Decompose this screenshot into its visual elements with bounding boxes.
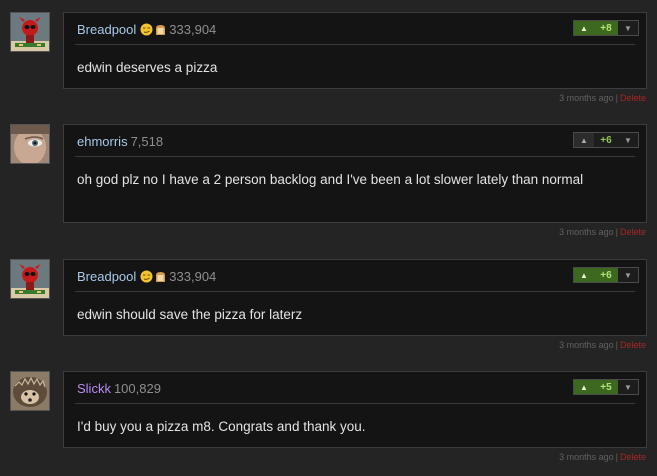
downvote-button[interactable]: ▼	[618, 268, 638, 282]
downvote-button[interactable]: ▼	[618, 133, 638, 147]
delete-link[interactable]: Delete	[620, 93, 646, 103]
meta-separator: |	[615, 452, 618, 462]
avatar-breadpool[interactable]	[10, 12, 50, 52]
comment-meta: 3 months ago | Delete	[559, 93, 646, 103]
comment-meta: 3 months ago | Delete	[559, 340, 646, 350]
vote-count: +5	[594, 380, 618, 394]
vote-widget: ▲ +8 ▼	[573, 20, 639, 36]
upvote-button[interactable]: ▲	[574, 380, 594, 394]
downvote-button[interactable]: ▼	[618, 380, 638, 394]
avatar-slickk[interactable]	[10, 371, 50, 411]
vote-widget: ▲ +6 ▼	[573, 132, 639, 148]
comment-author: Breadpool 333,904	[77, 269, 216, 284]
user-score: 100,829	[113, 381, 161, 396]
comment-meta: 3 months ago | Delete	[559, 227, 646, 237]
comment-text: oh god plz no I have a 2 person backlog …	[77, 172, 584, 187]
comment-author: Slickk 100,829	[77, 381, 161, 396]
comment-box: Breadpool 333,904 ▲ +8 ▼ edwin deserves a…	[63, 12, 647, 89]
comment-author: ehmorris 7,518	[77, 134, 163, 149]
vote-widget: ▲ +5 ▼	[573, 379, 639, 395]
username-link[interactable]: Breadpool	[77, 269, 136, 284]
avatar-ehmorris[interactable]	[10, 124, 50, 164]
username-link[interactable]: ehmorris	[77, 134, 128, 149]
hedgehog-avatar-image	[11, 372, 49, 410]
face-avatar-image	[11, 125, 49, 163]
meta-separator: |	[615, 227, 618, 237]
username-link[interactable]: Breadpool	[77, 22, 136, 37]
user-score: 333,904	[169, 22, 217, 37]
downvote-button[interactable]: ▼	[618, 21, 638, 35]
comment-meta: 3 months ago | Delete	[559, 452, 646, 462]
comment-box: Slickk 100,829 ▲ +5 ▼ I'd buy you a pizza…	[63, 371, 647, 448]
meta-separator: |	[615, 340, 618, 350]
upvote-button[interactable]: ▲	[574, 21, 594, 35]
comment-box: Breadpool 333,904 ▲ +6 ▼ edwin should sav…	[63, 259, 647, 336]
comment-text: edwin deserves a pizza	[77, 60, 218, 75]
delete-link[interactable]: Delete	[620, 452, 646, 462]
vote-widget: ▲ +6 ▼	[573, 267, 639, 283]
comment-header: Breadpool 333,904 ▲ +6 ▼	[75, 260, 639, 292]
comment-timestamp: 3 months ago	[559, 227, 614, 237]
comment-author: Breadpool 333,904	[77, 22, 216, 37]
upvote-button[interactable]: ▲	[574, 133, 594, 147]
vote-count: +6	[594, 268, 618, 282]
comment-timestamp: 3 months ago	[559, 93, 614, 103]
deadpool-avatar-image	[11, 13, 49, 51]
bread-badge-icon	[155, 24, 166, 36]
bread-badge-icon	[155, 271, 166, 283]
comment-header: Slickk 100,829 ▲ +5 ▼	[75, 372, 639, 404]
comment-text: edwin should save the pizza for laterz	[77, 307, 303, 322]
delete-link[interactable]: Delete	[620, 340, 646, 350]
smirk-face-icon	[140, 23, 153, 36]
comment-timestamp: 3 months ago	[559, 340, 614, 350]
deadpool-avatar-image	[11, 260, 49, 298]
comment-header: Breadpool 333,904 ▲ +8 ▼	[75, 13, 639, 45]
meta-separator: |	[615, 93, 618, 103]
comment-header: ehmorris 7,518 ▲ +6 ▼	[75, 125, 639, 157]
comment-box: ehmorris 7,518 ▲ +6 ▼ oh god plz no I hav…	[63, 124, 647, 223]
user-score: 333,904	[169, 269, 217, 284]
delete-link[interactable]: Delete	[620, 227, 646, 237]
user-score: 7,518	[130, 134, 164, 149]
comment-text: I'd buy you a pizza m8. Congrats and tha…	[77, 419, 366, 434]
avatar-breadpool[interactable]	[10, 259, 50, 299]
username-link[interactable]: Slickk	[77, 381, 111, 396]
vote-count: +8	[594, 21, 618, 35]
comment-timestamp: 3 months ago	[559, 452, 614, 462]
smirk-face-icon	[140, 270, 153, 283]
vote-count: +6	[600, 134, 612, 146]
upvote-button[interactable]: ▲	[574, 268, 594, 282]
